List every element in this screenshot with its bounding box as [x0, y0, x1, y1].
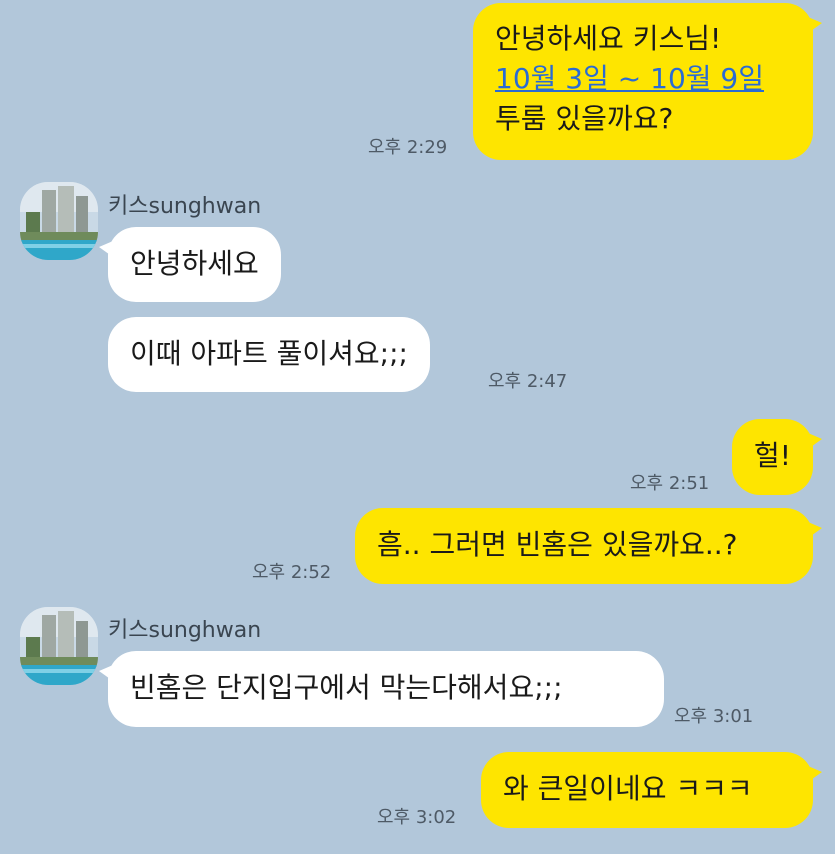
- sender-avatar[interactable]: [20, 182, 98, 260]
- message-text-line: 투룸 있을까요?: [495, 102, 674, 135]
- message-timestamp: 오후 3:01: [674, 706, 754, 727]
- message-timestamp: 오후 2:47: [488, 371, 568, 392]
- outgoing-message-bubble[interactable]: 안녕하세요 키스님! 10월 3일 ~ 10월 9일 투룸 있을까요?: [473, 3, 822, 160]
- incoming-message-bubble[interactable]: 빈홈은 단지입구에서 막는다해서요;;;: [99, 651, 664, 727]
- sender-name: 키스sunghwan: [108, 194, 262, 219]
- incoming-message-bubble[interactable]: 안녕하세요: [99, 227, 281, 302]
- message-text: 빈홈은 단지입구에서 막는다해서요;;;: [130, 671, 563, 704]
- sender-name: 키스sunghwan: [108, 618, 262, 643]
- incoming-message-bubble[interactable]: 이때 아파트 풀이셔요;;;: [108, 317, 430, 392]
- message-timestamp: 오후 2:29: [368, 137, 448, 158]
- apartment-pool-photo-icon: [20, 182, 98, 260]
- message-text: 와 큰일이네요 ㅋㅋㅋ: [503, 772, 753, 805]
- message-text-line: 안녕하세요 키스님!: [495, 22, 722, 55]
- message-text: 안녕하세요: [130, 247, 259, 280]
- message-timestamp: 오후 3:02: [377, 807, 457, 828]
- message-text: 이때 아파트 풀이셔요;;;: [130, 337, 408, 370]
- sender-avatar[interactable]: [20, 607, 98, 685]
- message-text: 헐!: [754, 439, 791, 472]
- outgoing-message-bubble[interactable]: 와 큰일이네요 ㅋㅋㅋ: [481, 752, 822, 828]
- message-timestamp: 오후 2:52: [252, 562, 332, 583]
- outgoing-message-bubble[interactable]: 헐!: [732, 419, 822, 495]
- apartment-pool-photo-icon: [20, 607, 98, 685]
- outgoing-message-bubble[interactable]: 흠.. 그러면 빈홈은 있을까요..?: [355, 508, 822, 584]
- date-range-link[interactable]: 10월 3일 ~ 10월 9일: [495, 59, 791, 99]
- message-timestamp: 오후 2:51: [630, 473, 710, 494]
- message-text: 흠.. 그러면 빈홈은 있을까요..?: [377, 528, 738, 561]
